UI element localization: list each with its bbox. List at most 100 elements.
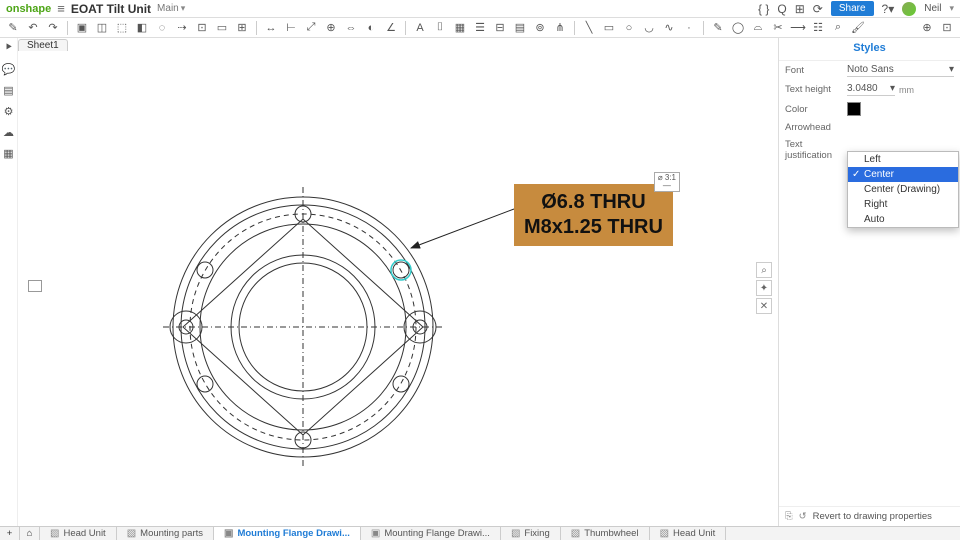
ellipse-icon[interactable]: ◯ xyxy=(729,20,747,36)
format-painter-icon[interactable]: 🖌 xyxy=(849,20,867,36)
search-icon[interactable]: Q xyxy=(777,2,786,16)
drawing-canvas[interactable]: Ø6.8 THRU M8x1.25 THRU ⌀ 3:1 — ⌕ ✦ ✕ xyxy=(18,52,778,526)
tab-tree-button[interactable]: ⌂ xyxy=(20,527,40,540)
add-tab-button[interactable]: + xyxy=(0,527,20,540)
copy-icon[interactable]: ⎘ xyxy=(785,511,793,522)
avatar[interactable] xyxy=(902,2,916,16)
detail-view-icon[interactable]: ◌ xyxy=(153,20,171,36)
scale-badge[interactable]: ⌀ 3:1 — xyxy=(654,172,680,192)
note-text-icon[interactable]: A xyxy=(411,20,429,36)
tab-mounting-flange-2[interactable]: ▣Mounting Flange Drawi... xyxy=(361,527,501,540)
font-select[interactable]: Noto Sans ▾ xyxy=(847,64,954,77)
share-button[interactable]: Share xyxy=(831,1,874,16)
crop-view-icon[interactable]: ⊡ xyxy=(193,20,211,36)
view-icon[interactable]: ▣ xyxy=(73,20,91,36)
justify-option-center[interactable]: Center xyxy=(848,167,958,182)
grid-icon[interactable]: ⊞ xyxy=(233,20,251,36)
drawing-icon: ▣ xyxy=(224,528,233,539)
weld-icon[interactable]: ⋔ xyxy=(551,20,569,36)
line-icon[interactable]: ╲ xyxy=(580,20,598,36)
justify-option-right[interactable]: Right xyxy=(848,197,958,212)
break-view-icon[interactable]: ⇢ xyxy=(173,20,191,36)
undo-icon[interactable]: ↶ xyxy=(24,20,42,36)
scale-bot: — xyxy=(663,182,671,190)
overview-thumb[interactable] xyxy=(28,280,42,292)
circle-icon[interactable]: ○ xyxy=(620,20,638,36)
comment-icon[interactable]: 💬 xyxy=(2,63,16,76)
thread-icon[interactable]: ◐ xyxy=(362,20,380,36)
tab-mounting-parts[interactable]: ▧Mounting parts xyxy=(117,527,214,540)
angle-icon[interactable]: ∠ xyxy=(382,20,400,36)
part-icon: ▧ xyxy=(571,528,580,539)
arc-icon[interactable]: ◡ xyxy=(640,20,658,36)
justify-option-center-drawing[interactable]: Center (Drawing) xyxy=(848,182,958,197)
zoom-in-icon[interactable]: ⊕ xyxy=(918,20,936,36)
point-icon[interactable]: · xyxy=(680,20,698,36)
zoom-fit-icon[interactable]: ⊡ xyxy=(938,20,956,36)
rect-icon[interactable]: ▭ xyxy=(600,20,618,36)
textheight-select[interactable]: 3.0480 ▾ xyxy=(847,83,895,96)
sheet-tab-bar: Sheet1 xyxy=(18,38,68,52)
braces-icon[interactable]: { } xyxy=(758,2,769,16)
bom-icon[interactable]: ☰ xyxy=(471,20,489,36)
revision-icon[interactable]: ▤ xyxy=(511,20,529,36)
palette-zoom-icon[interactable]: ⌕ xyxy=(756,262,772,278)
feature-tree-icon[interactable]: ⯈ xyxy=(4,42,13,55)
color-label: Color xyxy=(785,104,847,115)
palette-measure-icon[interactable]: ✦ xyxy=(756,280,772,296)
trim-icon[interactable]: ✂ xyxy=(769,20,787,36)
revert-label[interactable]: Revert to drawing properties xyxy=(813,511,932,522)
apps-icon[interactable]: ⊞ xyxy=(795,2,805,16)
user-name[interactable]: Neil xyxy=(924,3,941,14)
tab-head-unit[interactable]: ▧Head Unit xyxy=(40,527,117,540)
sheet-tab[interactable]: Sheet1 xyxy=(18,39,68,51)
justify-option-left[interactable]: Left xyxy=(848,152,958,167)
view-palette: ⌕ ✦ ✕ xyxy=(756,262,772,314)
callout-icon[interactable]: ⌷ xyxy=(431,20,449,36)
sheet-list-icon[interactable]: ▤ xyxy=(3,84,13,97)
tab-mounting-flange-1[interactable]: ▣Mounting Flange Drawi... xyxy=(214,527,361,540)
table-icon[interactable]: ▦ xyxy=(451,20,469,36)
hole-callout[interactable]: Ø6.8 THRU M8x1.25 THRU xyxy=(514,184,673,246)
menu-icon[interactable]: ≡ xyxy=(57,1,65,16)
user-chevron-icon[interactable]: ▾ xyxy=(949,3,954,14)
inspect-icon[interactable]: ⌕ xyxy=(829,20,847,36)
tab-fixing[interactable]: ▧Fixing xyxy=(501,527,561,540)
spline-icon[interactable]: ∿ xyxy=(660,20,678,36)
balloon-icon[interactable]: ⊚ xyxy=(531,20,549,36)
doc-icon[interactable]: ▦ xyxy=(3,147,13,160)
dimension-icon[interactable]: ↔ xyxy=(262,20,280,36)
section-view-icon[interactable]: ◧ xyxy=(133,20,151,36)
ordinate-icon[interactable]: ⊢ xyxy=(282,20,300,36)
tab-head-unit-2[interactable]: ▧Head Unit xyxy=(650,527,727,540)
center-mark-icon[interactable]: ⊕ xyxy=(322,20,340,36)
document-title[interactable]: EOAT Tilt Unit xyxy=(71,2,151,16)
justify-option-auto[interactable]: Auto xyxy=(848,212,958,227)
revert-icon[interactable]: ↺ xyxy=(799,511,807,522)
cloud-icon[interactable]: ☁ xyxy=(3,126,14,139)
palette-hide-icon[interactable]: ✕ xyxy=(756,298,772,314)
variables-icon[interactable]: ⚙ xyxy=(4,105,14,118)
bezier-icon[interactable]: ⌓ xyxy=(749,20,767,36)
document-branch[interactable]: Main xyxy=(157,3,179,14)
extend-icon[interactable]: ⟶ xyxy=(789,20,807,36)
layers-icon[interactable]: ☷ xyxy=(809,20,827,36)
chamfer-dim-icon[interactable]: ⤢ xyxy=(302,20,320,36)
textheight-label: Text height xyxy=(785,84,847,95)
app-header: onshape ≡ EOAT Tilt Unit Main ▾ { } Q ⊞ … xyxy=(0,0,960,18)
redo-icon[interactable]: ↷ xyxy=(44,20,62,36)
drawing-view[interactable] xyxy=(153,177,453,477)
color-swatch[interactable] xyxy=(847,102,861,116)
tab-thumbwheel[interactable]: ▧Thumbwheel xyxy=(561,527,650,540)
refresh-icon[interactable]: ⟳ xyxy=(813,2,823,16)
projected-view-icon[interactable]: ◫ xyxy=(93,20,111,36)
help-icon[interactable]: ?▾ xyxy=(882,2,895,16)
aux-view-icon[interactable]: ⬚ xyxy=(113,20,131,36)
centerline-icon[interactable]: ⇔ xyxy=(342,20,360,36)
broken-out-icon[interactable]: ▭ xyxy=(213,20,231,36)
drawing-icon: ▣ xyxy=(371,528,380,539)
edit-pencil-icon[interactable]: ✎ xyxy=(709,20,727,36)
hole-table-icon[interactable]: ⊟ xyxy=(491,20,509,36)
sketch-icon[interactable]: ✎ xyxy=(4,20,22,36)
chevron-down-icon[interactable]: ▾ xyxy=(181,3,186,14)
